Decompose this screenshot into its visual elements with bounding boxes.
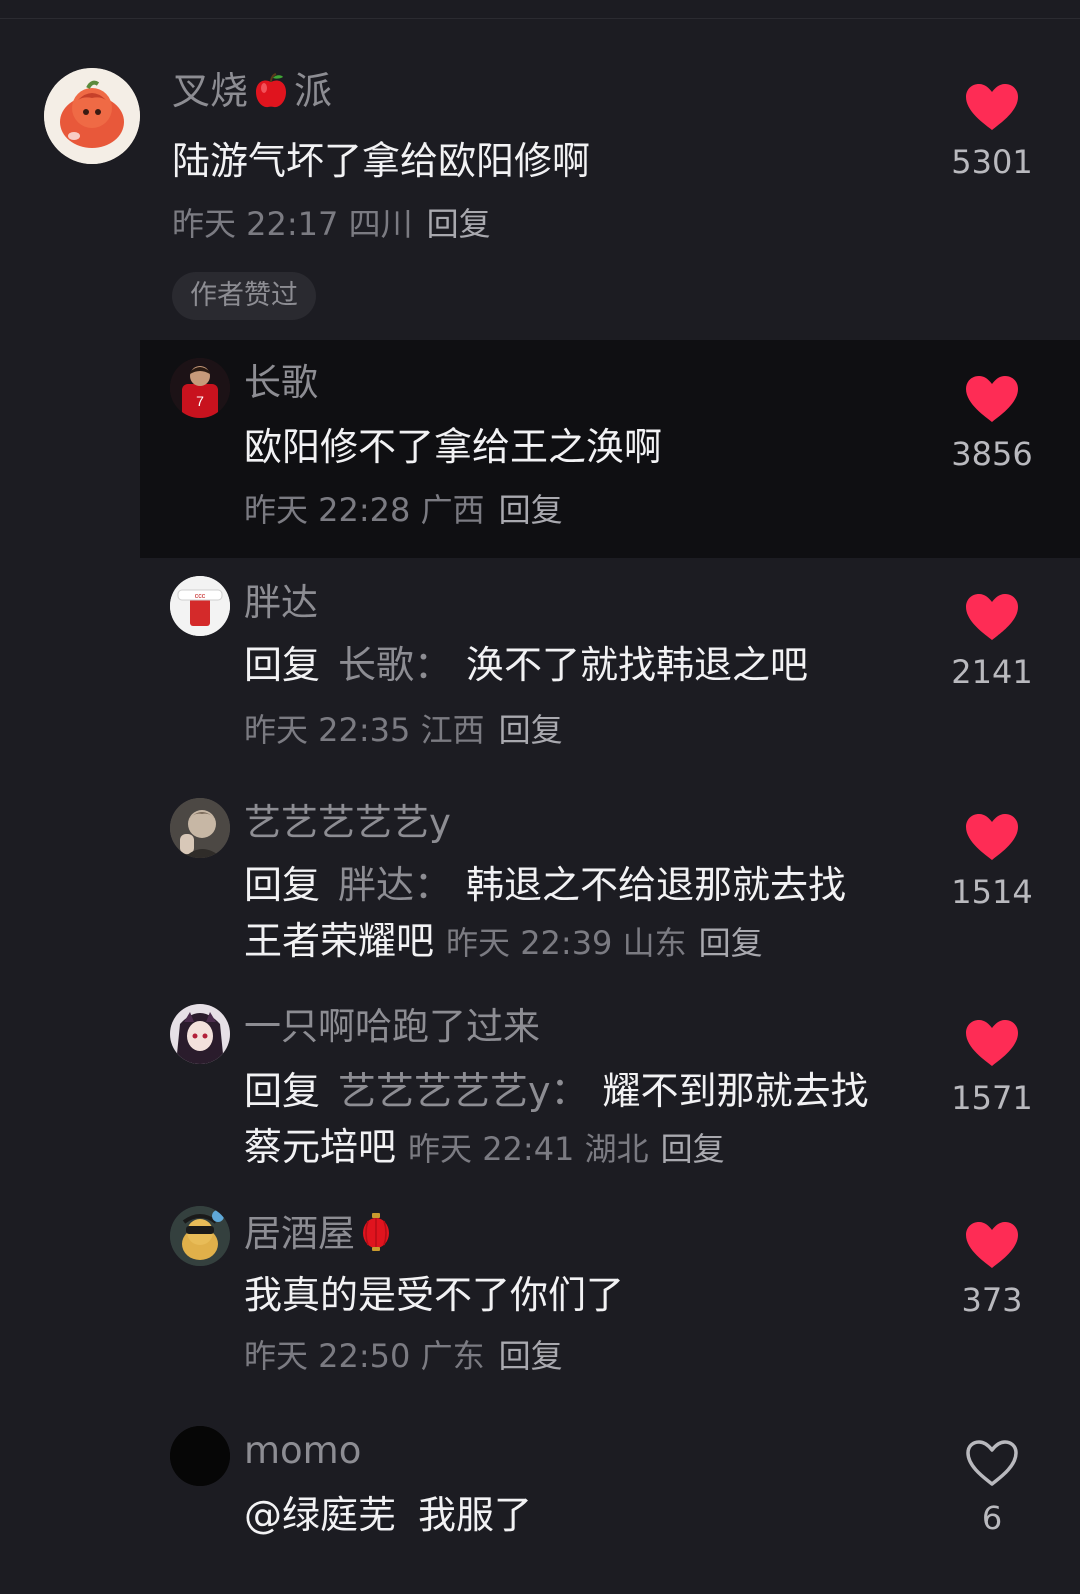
timestamp-location: 昨天 22:28 广西 <box>244 491 485 529</box>
like-count: 1571 <box>951 1079 1033 1117</box>
heart-filled-icon <box>966 376 1018 422</box>
author-liked-badge: 作者赞过 <box>172 272 316 320</box>
mention-link[interactable]: @绿庭芜 <box>244 1493 396 1537</box>
timestamp-location: 昨天 22:39 山东 <box>446 924 687 962</box>
reply-content: 涣不了就找韩退之吧 <box>466 643 809 687</box>
like-button[interactable]: 2141 <box>942 592 1042 688</box>
heart-filled-icon <box>966 814 1018 860</box>
heart-filled-icon <box>966 1222 1018 1268</box>
comment-text: 陆游气坏了拿给欧阳修啊 <box>172 139 591 183</box>
timestamp-location: 昨天 22:41 湖北 <box>408 1130 649 1168</box>
reply-text: 欧阳修不了拿给王之涣啊 <box>244 425 663 469</box>
like-count: 373 <box>961 1281 1023 1319</box>
like-count: 1514 <box>951 873 1033 911</box>
reply-meta: 昨天 22:35 江西 回复 <box>244 714 563 746</box>
reply-meta: 昨天 22:39 山东 回复 <box>446 924 763 962</box>
reply-username[interactable]: 长歌 <box>244 364 318 401</box>
like-count: 3856 <box>951 435 1033 473</box>
avatar[interactable] <box>170 1426 230 1486</box>
heart-filled-icon <box>966 594 1018 640</box>
reply-button[interactable]: 回复 <box>661 1130 725 1168</box>
reply-content: 韩退之不给退那就去找 <box>466 863 847 907</box>
heart-filled-icon <box>966 1020 1018 1066</box>
reply-target-user[interactable]: 艺艺艺艺艺y <box>338 1069 551 1113</box>
reply-text-line2: 蔡元培吧 昨天 22:41 湖北 回复 <box>244 1128 725 1166</box>
reply-item: 居酒屋 我真的是受不了你们了 昨天 22:50 广东 回复 373 <box>0 1190 1080 1412</box>
reply-item-highlighted: 7 长歌 欧阳修不了拿给王之涣啊 昨天 22:28 广西 回复 3856 <box>140 340 1080 558</box>
username-text: 居酒屋 <box>244 1212 355 1255</box>
reply-text-line2: 王者荣耀吧 昨天 22:39 山东 回复 <box>244 922 763 960</box>
svg-text:ccc: ccc <box>195 593 206 600</box>
reply-meta: 昨天 22:41 湖北 回复 <box>408 1130 725 1168</box>
reply-username[interactable]: 一只啊哈跑了过来 <box>244 1008 540 1045</box>
reply-prefix: 回复 <box>244 1069 321 1113</box>
reply-item: momo @绿庭芜 我服了 6 <box>0 1412 1080 1594</box>
reply-username[interactable]: 居酒屋 <box>244 1212 391 1252</box>
avatar[interactable]: ccc <box>170 576 230 636</box>
reply-content: 王者荣耀吧 <box>244 919 435 963</box>
like-button[interactable]: 6 <box>942 1438 1042 1534</box>
reply-content: 蔡元培吧 <box>244 1125 397 1169</box>
reply-colon: ： <box>550 1069 589 1113</box>
like-button[interactable]: 1514 <box>942 812 1042 908</box>
reply-text: 回复 胖达： 韩退之不给退那就去找 <box>244 866 846 904</box>
reply-button[interactable]: 回复 <box>427 205 491 243</box>
like-button[interactable]: 1571 <box>942 1018 1042 1114</box>
reply-item: ccc 胖达 回复 长歌： 涣不了就找韩退之吧 昨天 22:35 江西 回复 2141 <box>0 558 1080 778</box>
timestamp-location: 昨天 22:17 四川 <box>172 205 413 243</box>
reply-item: 一只啊哈跑了过来 回复 艺艺艺艺艺y： 耀不到那就去找 蔡元培吧 昨天 22:41 湖… <box>0 982 1080 1190</box>
reply-username[interactable]: momo <box>244 1432 361 1469</box>
red-lantern-emoji-icon <box>363 1213 389 1251</box>
reply-meta: 昨天 22:50 广东 回复 <box>244 1340 563 1372</box>
reply-text: @绿庭芜 我服了 <box>244 1496 532 1534</box>
reply-target-user[interactable]: 胖达 <box>338 863 414 907</box>
apple-emoji-icon <box>256 73 287 108</box>
username-text: 叉烧 <box>172 69 249 113</box>
reply-text: 回复 长歌： 涣不了就找韩退之吧 <box>244 646 808 684</box>
reply-content: 我服了 <box>418 1493 533 1537</box>
reply-meta: 昨天 22:28 广西 回复 <box>244 494 563 526</box>
avatar[interactable] <box>170 1206 230 1266</box>
comment-username[interactable]: 叉烧 派 <box>172 72 332 110</box>
avatar[interactable] <box>44 68 140 164</box>
like-count: 2141 <box>951 653 1033 691</box>
reply-text: 我真的是受不了你们了 <box>244 1273 625 1317</box>
reply-username[interactable]: 艺艺艺艺艺y <box>244 804 451 841</box>
avatar[interactable] <box>170 798 230 858</box>
timestamp-location: 昨天 22:50 广东 <box>244 1337 485 1375</box>
reply-button[interactable]: 回复 <box>499 711 563 749</box>
reply-colon: ： <box>414 643 453 687</box>
like-button[interactable]: 3856 <box>942 374 1042 470</box>
avatar[interactable]: 7 <box>170 358 230 418</box>
like-button[interactable]: 5301 <box>942 82 1042 178</box>
reply-text: 回复 艺艺艺艺艺y： 耀不到那就去找 <box>244 1072 869 1110</box>
heart-filled-icon <box>966 84 1018 130</box>
like-button[interactable]: 373 <box>942 1220 1042 1316</box>
reply-button[interactable]: 回复 <box>499 491 563 529</box>
reply-target-user[interactable]: 长歌 <box>338 643 414 687</box>
reply-button[interactable]: 回复 <box>699 924 763 962</box>
svg-text:7: 7 <box>196 393 204 409</box>
avatar[interactable] <box>170 1004 230 1064</box>
reply-username[interactable]: 胖达 <box>244 584 318 621</box>
reply-content: 耀不到那就去找 <box>602 1069 869 1113</box>
reply-item: 艺艺艺艺艺y 回复 胖达： 韩退之不给退那就去找 王者荣耀吧 昨天 22:39 山东回… <box>0 778 1080 982</box>
comment-meta: 昨天 22:17 四川 回复 <box>172 208 491 240</box>
reply-button[interactable]: 回复 <box>499 1337 563 1375</box>
reply-prefix: 回复 <box>244 863 321 907</box>
like-count: 6 <box>981 1499 1003 1537</box>
timestamp-location: 昨天 22:35 江西 <box>244 711 485 749</box>
reply-prefix: 回复 <box>244 643 321 687</box>
heart-outline-icon <box>966 1440 1018 1486</box>
username-suffix: 派 <box>294 69 333 113</box>
comment-item: 叉烧 派 陆游气坏了拿给欧阳修啊 昨天 22:17 四川 回复 作者赞过 5301 <box>0 0 1080 340</box>
like-count: 5301 <box>951 143 1033 181</box>
reply-colon: ： <box>414 863 453 907</box>
